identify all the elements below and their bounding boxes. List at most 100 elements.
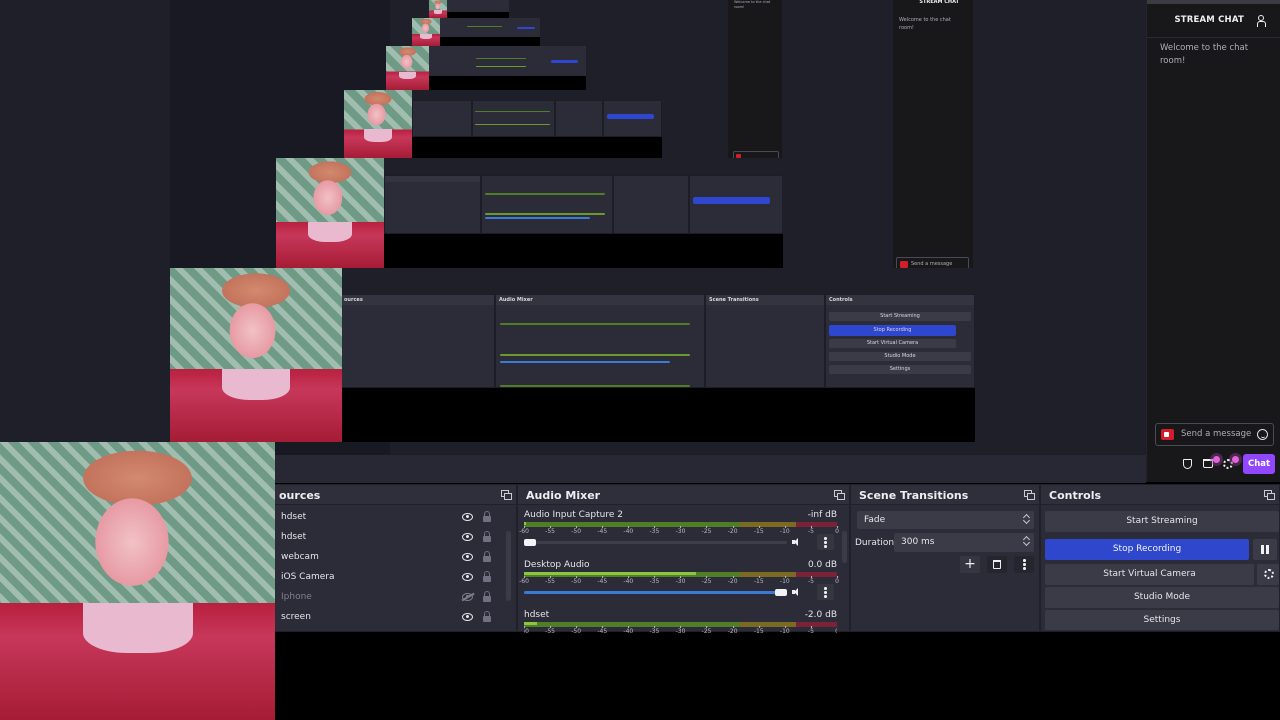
meter-ticks: -60-55-50-45-40-35-30-25-20-15-10-50 — [519, 576, 839, 586]
stream-chat-panel: STREAM CHAT Welcome to the chat room! Se… — [1146, 0, 1280, 482]
undock-icon[interactable] — [834, 490, 845, 500]
scene-transitions-dock: Scene Transitions Fade Duration 300 ms + — [850, 484, 1040, 632]
tick-label: -55 — [545, 576, 555, 585]
mixer-channel: hdset -2.0 dB -60-55-50-45-40-35-30-25-2… — [524, 610, 837, 648]
duration-label: Duration — [855, 538, 895, 548]
users-icon[interactable] — [1257, 15, 1269, 27]
source-item[interactable]: hdset — [271, 527, 511, 547]
cart-icon[interactable] — [1203, 459, 1213, 468]
tick-label: -45 — [597, 526, 608, 535]
tick-label: -30 — [675, 576, 686, 585]
tick-label: -60 — [524, 626, 529, 635]
duration-input[interactable]: 300 ms — [894, 533, 1034, 552]
chat-message-input[interactable]: Send a message — [1155, 423, 1274, 446]
mixer-channel: Audio Input Capture 2 -inf dB -60 -55 -50-… — [519, 510, 839, 560]
tick-label: -35 — [649, 526, 660, 535]
mixer-scrollbar[interactable] — [842, 531, 847, 563]
webcam-preview-nested — [170, 268, 342, 442]
spinbox-arrows-icon[interactable] — [1024, 536, 1030, 546]
undock-icon[interactable] — [1264, 490, 1275, 500]
nested-obs-frame — [276, 158, 783, 268]
start-streaming-button[interactable]: Start Streaming — [1045, 511, 1279, 532]
chat-send-button[interactable]: Chat — [1243, 454, 1275, 474]
audio-mixer-title: Audio Mixer — [518, 485, 849, 505]
eye-hidden-icon[interactable] — [462, 593, 473, 601]
channel-menu-button[interactable] — [817, 534, 834, 550]
tick-label: -40 — [623, 576, 634, 585]
nested-obs-frame — [386, 46, 586, 90]
tick-label: -60 — [519, 576, 529, 585]
source-item[interactable]: webcam — [271, 547, 511, 567]
slider-handle[interactable] — [524, 539, 536, 546]
sources-scrollbar[interactable] — [506, 531, 511, 601]
start-virtual-camera-button[interactable]: Start Virtual Camera — [1045, 564, 1254, 585]
tick-label: -50 — [571, 576, 582, 585]
nested-obs-frame — [412, 18, 540, 46]
webcam-preview-nested — [276, 158, 384, 268]
meter-ticks: -60-55-50-45-40-35-30-25-20-15-10-50 — [519, 526, 839, 536]
eye-icon[interactable] — [462, 553, 473, 561]
audio-mixer-dock: Audio Mixer Audio Input Capture 2 -inf d… — [517, 484, 850, 635]
notification-dot — [1213, 456, 1220, 463]
virtual-camera-settings-button[interactable] — [1257, 564, 1279, 585]
tick-label: -45 — [597, 576, 608, 585]
tick-label: -50 — [571, 626, 582, 635]
slider-handle[interactable] — [775, 589, 787, 596]
sources-title: ources — [271, 485, 516, 505]
channel-menu-button[interactable] — [817, 584, 834, 600]
settings-button[interactable]: Settings — [1045, 610, 1279, 630]
stop-recording-button[interactable]: Stop Recording — [1045, 539, 1249, 560]
emote-icon[interactable] — [1257, 429, 1268, 440]
nested-chat-welcome: Welcome to the chat room! — [899, 17, 951, 31]
scene-transitions-title: Scene Transitions — [851, 485, 1039, 505]
source-item[interactable]: screen — [271, 607, 511, 627]
transition-select[interactable]: Fade — [857, 511, 1034, 529]
speaker-icon[interactable] — [792, 587, 804, 597]
nested-stream-chat-small: Welcome to the chat room! Chat — [728, 0, 782, 175]
tick-label: -15 — [753, 626, 764, 635]
tick-label: -5 — [807, 626, 814, 635]
undock-icon[interactable] — [1024, 490, 1035, 500]
nested-obs-frame — [344, 90, 662, 158]
webcam-preview-nested — [344, 90, 412, 158]
unlock-icon[interactable] — [483, 571, 491, 582]
unlock-icon[interactable] — [483, 611, 491, 622]
source-item[interactable]: hdset — [271, 507, 511, 527]
chat-welcome-message: Welcome to the chat room! — [1160, 43, 1249, 66]
webcam-overlay — [0, 442, 275, 720]
tick-label: -5 — [807, 576, 814, 585]
pause-recording-button[interactable] — [1253, 539, 1277, 560]
eye-icon[interactable] — [462, 613, 473, 621]
gear-icon — [1264, 569, 1274, 579]
remove-transition-button[interactable] — [987, 556, 1007, 573]
transition-menu-button[interactable] — [1014, 556, 1034, 573]
eye-icon[interactable] — [462, 513, 473, 521]
eye-icon[interactable] — [462, 573, 473, 581]
tick-label: -20 — [727, 526, 738, 535]
tick-label: 0 — [835, 626, 837, 635]
unlock-icon[interactable] — [483, 551, 491, 562]
speaker-icon[interactable] — [792, 537, 804, 547]
source-item[interactable]: Iphone — [271, 587, 511, 607]
eye-icon[interactable] — [462, 533, 473, 541]
pause-icon — [1261, 545, 1269, 554]
tick-label: -20 — [727, 576, 738, 585]
unlock-icon[interactable] — [483, 531, 491, 542]
source-item[interactable]: iOS Camera — [271, 567, 511, 587]
undock-icon[interactable] — [501, 490, 512, 500]
tick-label: -40 — [623, 526, 634, 535]
unlock-icon[interactable] — [483, 511, 491, 522]
chat-title: STREAM CHAT — [1174, 15, 1244, 25]
shield-icon[interactable] — [1183, 459, 1192, 469]
tick-label: -15 — [753, 576, 764, 585]
studio-mode-button[interactable]: Studio Mode — [1045, 587, 1279, 608]
unlock-icon[interactable] — [483, 591, 491, 602]
volume-slider[interactable] — [524, 589, 787, 596]
nested-chat-title: STREAM CHAT — [919, 0, 959, 5]
sources-dock: ources hdset hdset webcam iOS Camera Iph… — [270, 484, 517, 632]
volume-slider[interactable] — [524, 539, 787, 546]
camera-icon[interactable] — [1161, 429, 1174, 440]
tick-label: -10 — [779, 576, 790, 585]
tick-label: -25 — [701, 526, 712, 535]
add-transition-button[interactable]: + — [960, 556, 980, 573]
